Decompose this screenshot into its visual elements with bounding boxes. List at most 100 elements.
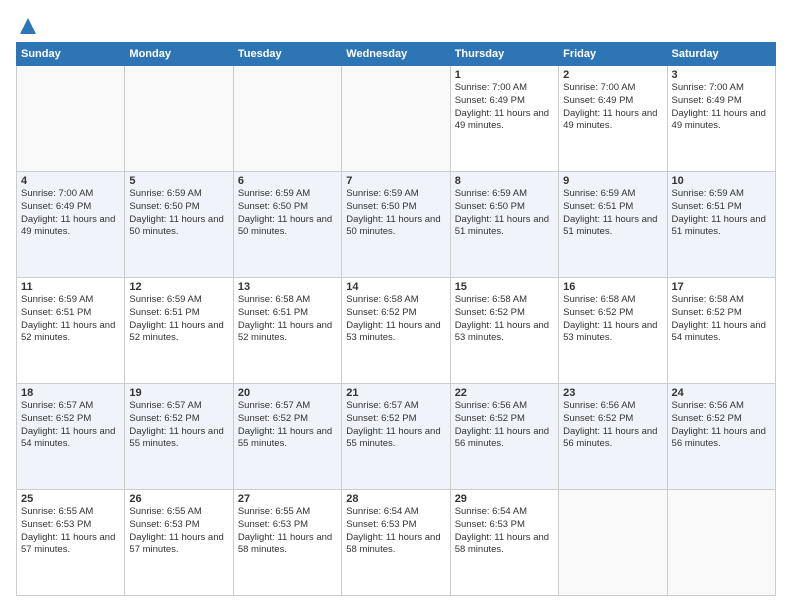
sunrise-text: Sunrise: 6:57 AM <box>238 400 310 411</box>
day-number: 5 <box>129 175 228 187</box>
day-info: Sunrise: 6:56 AM Sunset: 6:52 PM Dayligh… <box>563 400 662 451</box>
sunrise-text: Sunrise: 6:59 AM <box>563 188 635 199</box>
calendar-cell: 12 Sunrise: 6:59 AM Sunset: 6:51 PM Dayl… <box>125 278 233 384</box>
daylight-text: Daylight: 11 hours and 54 minutes. <box>672 320 766 344</box>
calendar-cell: 4 Sunrise: 7:00 AM Sunset: 6:49 PM Dayli… <box>17 172 125 278</box>
sunset-text: Sunset: 6:52 PM <box>563 307 633 318</box>
daylight-text: Daylight: 11 hours and 53 minutes. <box>563 320 657 344</box>
sunrise-text: Sunrise: 7:00 AM <box>563 82 635 93</box>
sunrise-text: Sunrise: 6:55 AM <box>21 506 93 517</box>
sunset-text: Sunset: 6:52 PM <box>672 307 742 318</box>
calendar-cell: 18 Sunrise: 6:57 AM Sunset: 6:52 PM Dayl… <box>17 384 125 490</box>
sunset-text: Sunset: 6:49 PM <box>21 201 91 212</box>
sunrise-text: Sunrise: 6:59 AM <box>129 188 201 199</box>
calendar-cell: 15 Sunrise: 6:58 AM Sunset: 6:52 PM Dayl… <box>450 278 558 384</box>
day-number: 16 <box>563 281 662 293</box>
sunset-text: Sunset: 6:52 PM <box>563 413 633 424</box>
day-number: 26 <box>129 493 228 505</box>
sunrise-text: Sunrise: 6:57 AM <box>21 400 93 411</box>
sunrise-text: Sunrise: 6:59 AM <box>238 188 310 199</box>
logo-area <box>16 16 38 32</box>
day-info: Sunrise: 6:54 AM Sunset: 6:53 PM Dayligh… <box>346 506 445 557</box>
sunset-text: Sunset: 6:51 PM <box>238 307 308 318</box>
sunset-text: Sunset: 6:50 PM <box>346 201 416 212</box>
weekday-header: Thursday <box>450 43 558 66</box>
daylight-text: Daylight: 11 hours and 56 minutes. <box>455 426 549 450</box>
sunset-text: Sunset: 6:52 PM <box>238 413 308 424</box>
day-number: 27 <box>238 493 337 505</box>
sunset-text: Sunset: 6:51 PM <box>672 201 742 212</box>
day-info: Sunrise: 6:57 AM Sunset: 6:52 PM Dayligh… <box>129 400 228 451</box>
day-number: 23 <box>563 387 662 399</box>
sunset-text: Sunset: 6:53 PM <box>21 519 91 530</box>
day-info: Sunrise: 6:58 AM Sunset: 6:52 PM Dayligh… <box>455 294 554 345</box>
day-info: Sunrise: 6:59 AM Sunset: 6:51 PM Dayligh… <box>563 188 662 239</box>
day-number: 28 <box>346 493 445 505</box>
sunrise-text: Sunrise: 6:58 AM <box>346 294 418 305</box>
sunrise-text: Sunrise: 6:54 AM <box>455 506 527 517</box>
calendar-cell: 9 Sunrise: 6:59 AM Sunset: 6:51 PM Dayli… <box>559 172 667 278</box>
day-number: 4 <box>21 175 120 187</box>
day-number: 8 <box>455 175 554 187</box>
calendar-cell: 3 Sunrise: 7:00 AM Sunset: 6:49 PM Dayli… <box>667 66 775 172</box>
day-info: Sunrise: 6:59 AM Sunset: 6:51 PM Dayligh… <box>129 294 228 345</box>
daylight-text: Daylight: 11 hours and 52 minutes. <box>238 320 332 344</box>
sunrise-text: Sunrise: 7:00 AM <box>672 82 744 93</box>
weekday-header: Saturday <box>667 43 775 66</box>
calendar-cell: 11 Sunrise: 6:59 AM Sunset: 6:51 PM Dayl… <box>17 278 125 384</box>
calendar-cell <box>233 66 341 172</box>
sunset-text: Sunset: 6:52 PM <box>346 413 416 424</box>
day-number: 2 <box>563 69 662 81</box>
calendar-cell: 2 Sunrise: 7:00 AM Sunset: 6:49 PM Dayli… <box>559 66 667 172</box>
daylight-text: Daylight: 11 hours and 51 minutes. <box>563 214 657 238</box>
calendar-cell <box>559 490 667 596</box>
day-info: Sunrise: 7:00 AM Sunset: 6:49 PM Dayligh… <box>21 188 120 239</box>
day-info: Sunrise: 6:57 AM Sunset: 6:52 PM Dayligh… <box>346 400 445 451</box>
sunrise-text: Sunrise: 6:59 AM <box>346 188 418 199</box>
daylight-text: Daylight: 11 hours and 49 minutes. <box>455 108 549 132</box>
daylight-text: Daylight: 11 hours and 55 minutes. <box>346 426 440 450</box>
day-number: 6 <box>238 175 337 187</box>
day-number: 7 <box>346 175 445 187</box>
calendar-cell: 21 Sunrise: 6:57 AM Sunset: 6:52 PM Dayl… <box>342 384 450 490</box>
day-info: Sunrise: 6:55 AM Sunset: 6:53 PM Dayligh… <box>21 506 120 557</box>
daylight-text: Daylight: 11 hours and 49 minutes. <box>563 108 657 132</box>
sunset-text: Sunset: 6:53 PM <box>129 519 199 530</box>
day-info: Sunrise: 6:58 AM Sunset: 6:52 PM Dayligh… <box>672 294 771 345</box>
calendar-cell: 5 Sunrise: 6:59 AM Sunset: 6:50 PM Dayli… <box>125 172 233 278</box>
sunrise-text: Sunrise: 6:58 AM <box>238 294 310 305</box>
weekday-header: Friday <box>559 43 667 66</box>
day-number: 17 <box>672 281 771 293</box>
calendar-cell: 23 Sunrise: 6:56 AM Sunset: 6:52 PM Dayl… <box>559 384 667 490</box>
logo-icon <box>18 16 38 36</box>
sunrise-text: Sunrise: 6:57 AM <box>346 400 418 411</box>
daylight-text: Daylight: 11 hours and 52 minutes. <box>21 320 115 344</box>
day-info: Sunrise: 6:59 AM Sunset: 6:50 PM Dayligh… <box>238 188 337 239</box>
calendar-week-row: 11 Sunrise: 6:59 AM Sunset: 6:51 PM Dayl… <box>17 278 776 384</box>
weekday-header: Wednesday <box>342 43 450 66</box>
calendar-cell: 7 Sunrise: 6:59 AM Sunset: 6:50 PM Dayli… <box>342 172 450 278</box>
calendar-header-row: SundayMondayTuesdayWednesdayThursdayFrid… <box>17 43 776 66</box>
calendar-cell: 17 Sunrise: 6:58 AM Sunset: 6:52 PM Dayl… <box>667 278 775 384</box>
day-number: 10 <box>672 175 771 187</box>
weekday-header: Monday <box>125 43 233 66</box>
day-info: Sunrise: 6:56 AM Sunset: 6:52 PM Dayligh… <box>672 400 771 451</box>
sunset-text: Sunset: 6:51 PM <box>129 307 199 318</box>
day-info: Sunrise: 6:59 AM Sunset: 6:50 PM Dayligh… <box>346 188 445 239</box>
calendar-cell: 6 Sunrise: 6:59 AM Sunset: 6:50 PM Dayli… <box>233 172 341 278</box>
calendar-week-row: 25 Sunrise: 6:55 AM Sunset: 6:53 PM Dayl… <box>17 490 776 596</box>
day-info: Sunrise: 6:58 AM Sunset: 6:51 PM Dayligh… <box>238 294 337 345</box>
calendar-cell <box>667 490 775 596</box>
day-info: Sunrise: 6:54 AM Sunset: 6:53 PM Dayligh… <box>455 506 554 557</box>
weekday-header: Sunday <box>17 43 125 66</box>
day-info: Sunrise: 6:58 AM Sunset: 6:52 PM Dayligh… <box>346 294 445 345</box>
calendar-cell: 8 Sunrise: 6:59 AM Sunset: 6:50 PM Dayli… <box>450 172 558 278</box>
day-info: Sunrise: 6:59 AM Sunset: 6:51 PM Dayligh… <box>672 188 771 239</box>
day-number: 19 <box>129 387 228 399</box>
day-number: 21 <box>346 387 445 399</box>
sunrise-text: Sunrise: 6:59 AM <box>455 188 527 199</box>
sunrise-text: Sunrise: 6:59 AM <box>672 188 744 199</box>
daylight-text: Daylight: 11 hours and 58 minutes. <box>455 532 549 556</box>
calendar-cell <box>125 66 233 172</box>
day-number: 25 <box>21 493 120 505</box>
